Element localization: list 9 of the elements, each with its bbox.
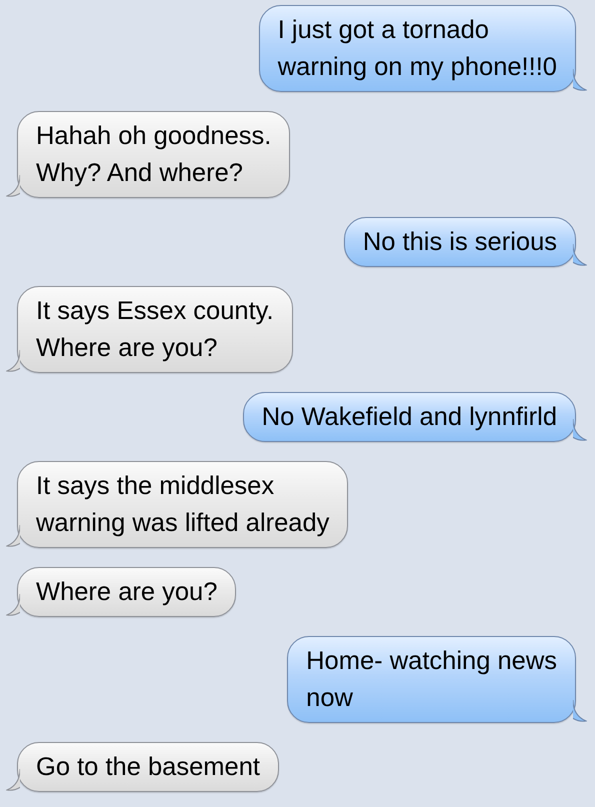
bubble-tail-icon (573, 419, 587, 441)
bubble-tail-icon (6, 769, 20, 791)
bubble-tail-icon (573, 244, 587, 266)
bubble-tail-icon (6, 525, 20, 547)
bubble-tail-icon (6, 594, 20, 616)
bubble-tail-icon (573, 69, 587, 91)
bubble-tail-icon (6, 350, 20, 372)
bubble-tail-icon (6, 175, 20, 197)
bubble-tail-icon (573, 700, 587, 722)
